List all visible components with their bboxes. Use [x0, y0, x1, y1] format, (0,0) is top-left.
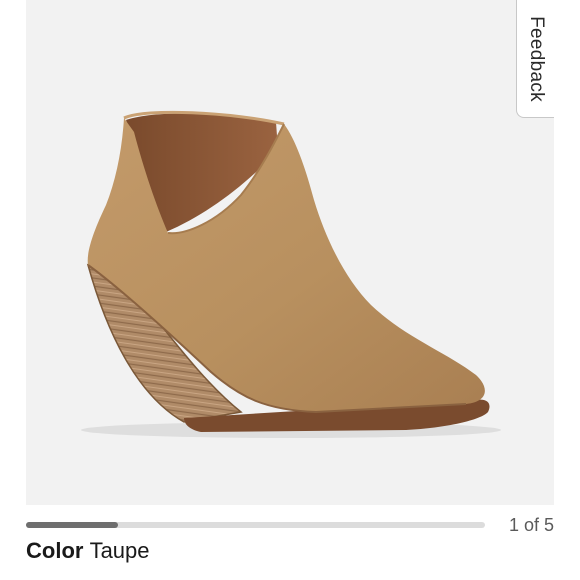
feedback-tab[interactable]: Feedback [516, 0, 554, 118]
product-image-gallery[interactable]: Feedback [26, 0, 554, 505]
gallery-progress-fill [26, 522, 118, 528]
product-image[interactable] [26, 0, 554, 505]
gallery-progress-bar [26, 522, 485, 528]
image-counter: 1 of 5 [508, 515, 554, 535]
feedback-label: Feedback [525, 15, 547, 102]
color-selection: Color Taupe [26, 538, 150, 564]
color-value: Taupe [89, 538, 150, 563]
color-label: Color [26, 538, 90, 563]
